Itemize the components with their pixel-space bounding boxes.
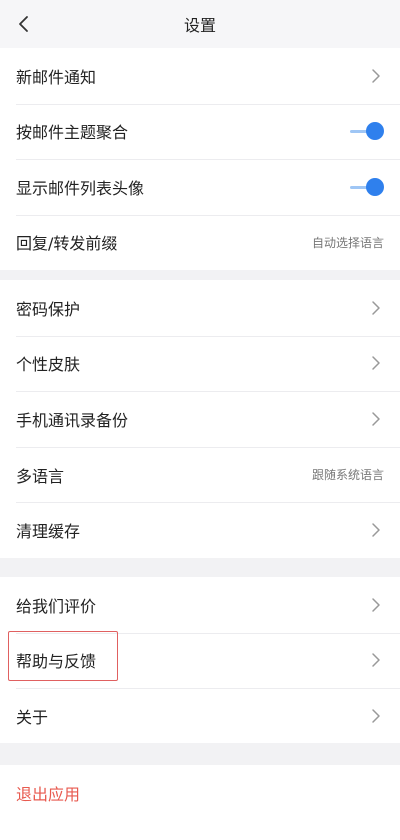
chevron-right-icon — [372, 301, 380, 315]
page-title: 设置 — [183, 16, 216, 35]
exit-app-label: 退出应用 — [16, 784, 81, 804]
chevron-right-icon — [372, 598, 380, 612]
row-label: 帮助与反馈 — [16, 652, 97, 672]
toggle-knob — [366, 122, 384, 141]
row-label: 手机通讯录备份 — [16, 410, 129, 430]
settings-group-about: 给我们评价 帮助与反馈 关于 — [0, 577, 400, 743]
row-rate-us[interactable]: 给我们评价 — [0, 577, 400, 633]
toggle-knob — [366, 177, 384, 196]
back-button[interactable] — [10, 10, 38, 38]
header-bar: 设置 — [0, 0, 400, 48]
row-label: 按邮件主题聚合 — [16, 123, 129, 143]
row-label: 密码保护 — [16, 299, 81, 319]
row-value: 自动选择语言 — [311, 235, 384, 250]
show-avatar-toggle[interactable] — [350, 177, 384, 197]
row-label: 个性皮肤 — [16, 355, 81, 375]
row-label: 清理缓存 — [16, 522, 81, 542]
chevron-right-icon — [372, 412, 380, 426]
row-help-feedback[interactable]: 帮助与反馈 — [0, 632, 400, 689]
row-label: 新邮件通知 — [16, 67, 97, 87]
row-new-mail-notification[interactable]: 新邮件通知 — [0, 48, 400, 104]
row-language[interactable]: 多语言 跟随系统语言 — [0, 446, 400, 503]
row-clear-cache[interactable]: 清理缓存 — [0, 502, 400, 558]
row-thread-by-subject: 按邮件主题聚合 — [0, 103, 400, 160]
chevron-right-icon — [372, 653, 380, 667]
chevron-right-icon — [372, 356, 380, 371]
row-label: 多语言 — [16, 466, 65, 486]
row-label: 给我们评价 — [16, 596, 97, 616]
row-reply-prefix[interactable]: 回复/转发前缀 自动选择语言 — [0, 214, 400, 271]
settings-group-exit: 退出应用 — [0, 765, 400, 840]
chevron-right-icon — [372, 69, 380, 83]
row-skin[interactable]: 个性皮肤 — [0, 335, 400, 392]
thread-by-subject-toggle[interactable] — [350, 121, 384, 141]
chevron-right-icon — [372, 523, 380, 537]
row-about[interactable]: 关于 — [0, 688, 400, 744]
exit-app-button[interactable]: 退出应用 — [0, 765, 400, 820]
settings-group-mail: 新邮件通知 按邮件主题聚合 显示邮件列表头像 回复/转发前缀 自动选择语言 — [0, 48, 400, 270]
row-label: 回复/转发前缀 — [16, 234, 118, 254]
row-contacts-backup[interactable]: 手机通讯录备份 — [0, 391, 400, 447]
row-label: 关于 — [16, 707, 49, 727]
row-value: 跟随系统语言 — [311, 468, 384, 483]
settings-group-general: 密码保护 个性皮肤 手机通讯录备份 多语言 跟随系统语言 清理缓存 — [0, 280, 400, 558]
row-show-avatar: 显示邮件列表头像 — [0, 159, 400, 215]
row-label: 显示邮件列表头像 — [16, 178, 145, 198]
row-password-protection[interactable]: 密码保护 — [0, 280, 400, 336]
chevron-right-icon — [372, 709, 380, 723]
chevron-left-icon — [19, 16, 28, 32]
